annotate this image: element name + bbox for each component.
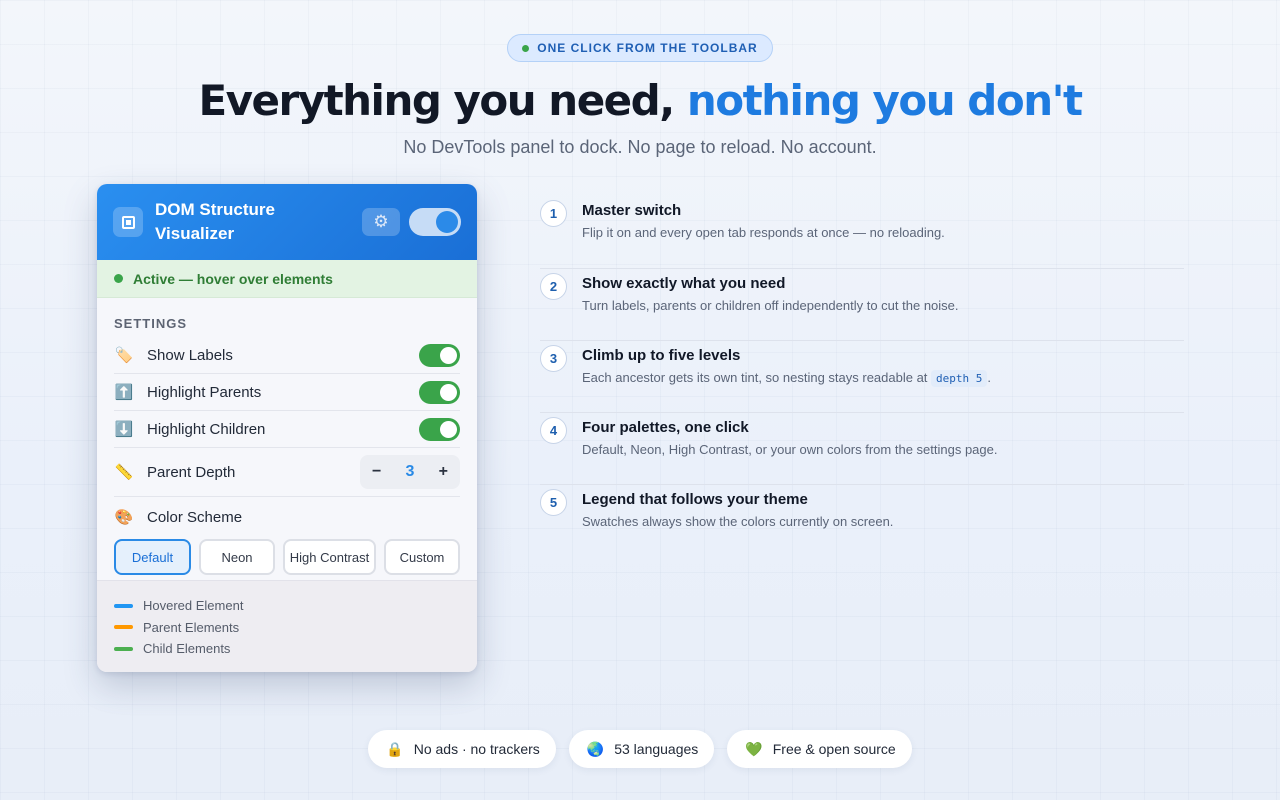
step-number: 1 [540, 200, 567, 227]
scheme-buttons: Default Neon High Contrast Custom [97, 539, 477, 575]
step-item: 4 Four palettes, one click Default, Neon… [540, 412, 1184, 484]
step-item: 3 Climb up to five levels Each ancestor … [540, 340, 1184, 412]
depth-code: depth 5 [931, 370, 988, 387]
legend-label: Child Elements [143, 641, 231, 657]
toolbar-pill: ONE CLICK FROM THE TOOLBAR [507, 34, 773, 62]
legend-label: Parent Elements [143, 619, 240, 635]
lock-icon: 🔒 [386, 740, 404, 757]
step-description: Default, Neon, High Contrast, or your ow… [582, 442, 998, 457]
scheme-high-contrast-button[interactable]: High Contrast [283, 539, 376, 575]
legend-item: Hovered Element [114, 595, 460, 617]
title-main: Everything you need, [198, 76, 687, 125]
feature-badges: 🔒 No ads · no trackers 🌏 53 languages 💚 … [0, 730, 1280, 768]
settings-section-label: SETTINGS [114, 316, 188, 331]
badge-label: 53 languages [614, 741, 699, 757]
arrow-up-icon: ⬆️ [114, 384, 134, 401]
palette-icon: 🎨 [114, 509, 134, 526]
master-toggle[interactable] [409, 208, 461, 236]
setting-show-labels: 🏷️ Show Labels [114, 337, 460, 373]
step-item: 5 Legend that follows your theme Swatche… [540, 484, 1184, 556]
setting-parent-depth: 📏 Parent Depth − 3 + [114, 448, 460, 496]
step-item: 1 Master switch Flip it on and every ope… [540, 196, 1184, 268]
badge-languages: 🌏 53 languages [568, 730, 715, 768]
highlight-children-toggle[interactable] [419, 418, 460, 441]
step-number: 3 [540, 345, 567, 372]
setting-label: Color Scheme [147, 508, 243, 526]
feature-steps: 1 Master switch Flip it on and every ope… [540, 196, 1184, 556]
badge-label: Free & open source [772, 741, 896, 757]
hero: ONE CLICK FROM THE TOOLBAR Everything yo… [0, 34, 1280, 158]
heart-icon: 💚 [745, 740, 763, 757]
legend-swatch [114, 603, 133, 608]
step-title: Legend that follows your theme [582, 491, 808, 508]
step-number: 5 [540, 489, 567, 516]
page-subtitle: No DevTools panel to dock. No page to re… [403, 137, 877, 157]
badge-no-ads: 🔒 No ads · no trackers [368, 730, 556, 768]
legend-swatch [114, 625, 133, 630]
setting-label: Show Labels [147, 346, 233, 364]
setting-label: Parent Depth [147, 463, 236, 481]
legend-label: Hovered Element [143, 598, 244, 614]
step-description: Swatches always show the colors currentl… [582, 514, 894, 529]
legend-item: Parent Elements [114, 617, 460, 639]
pill-label: ONE CLICK FROM THE TOOLBAR [537, 41, 758, 55]
page-title: Everything you need, nothing you don't [0, 76, 1280, 125]
depth-decrement-button[interactable]: − [372, 463, 381, 481]
step-title: Show exactly what you need [582, 275, 786, 292]
app-logo-icon [113, 207, 143, 237]
scheme-custom-button[interactable]: Custom [384, 539, 460, 575]
setting-highlight-children: ⬇️ Highlight Children [114, 411, 460, 447]
active-dot-icon [114, 274, 123, 283]
setting-label: Highlight Parents [147, 383, 262, 401]
setting-label: Highlight Children [147, 420, 266, 438]
setting-highlight-parents: ⬆️ Highlight Parents [114, 374, 460, 410]
step-title: Climb up to five levels [582, 347, 741, 364]
badge-open-source: 💚 Free & open source [727, 730, 912, 768]
depth-increment-button[interactable]: + [439, 463, 448, 481]
legend-item: Child Elements [114, 638, 460, 660]
status-text: Active — hover over elements [133, 270, 333, 287]
step-number: 2 [540, 273, 567, 300]
highlight-parents-toggle[interactable] [419, 381, 460, 404]
arrow-down-icon: ⬇️ [114, 421, 134, 438]
status-bar: Active — hover over elements [97, 260, 477, 298]
step-item: 2 Show exactly what you need Turn labels… [540, 268, 1184, 340]
label-tag-icon: 🏷️ [114, 347, 134, 364]
popup-header: DOM Structure Visualizer ⚙ [97, 184, 477, 260]
scheme-default-button[interactable]: Default [114, 539, 191, 575]
color-legend: Hovered Element Parent Elements Child El… [97, 580, 477, 672]
depth-value: 3 [405, 463, 415, 480]
step-description: Each ancestor gets its own tint, so nest… [582, 370, 992, 387]
step-description: Turn labels, parents or children off ind… [582, 298, 959, 313]
status-dot-icon [522, 44, 530, 52]
settings-button[interactable]: ⚙ [362, 208, 400, 236]
setting-color-scheme: 🎨 Color Scheme [114, 497, 460, 537]
popup-title: DOM Structure Visualizer [155, 200, 275, 243]
step-description: Flip it on and every open tab responds a… [582, 225, 945, 240]
globe-icon: 🌏 [586, 740, 605, 757]
gear-icon: ⚙ [373, 212, 389, 231]
depth-stepper: − 3 + [360, 455, 460, 489]
extension-popup: DOM Structure Visualizer ⚙ Active — hove… [97, 184, 477, 672]
step-title: Four palettes, one click [582, 419, 749, 436]
ruler-icon: 📏 [114, 464, 134, 481]
step-title: Master switch [582, 202, 682, 219]
legend-swatch [114, 646, 133, 651]
scheme-neon-button[interactable]: Neon [199, 539, 275, 575]
toggle-knob [436, 211, 458, 233]
show-labels-toggle[interactable] [419, 344, 460, 367]
settings-rows: 🏷️ Show Labels ⬆️ Highlight Parents ⬇️ H… [97, 337, 477, 537]
step-number: 4 [540, 417, 567, 444]
badge-label: No ads · no trackers [413, 741, 540, 757]
title-accent: nothing you don't [686, 76, 1083, 125]
